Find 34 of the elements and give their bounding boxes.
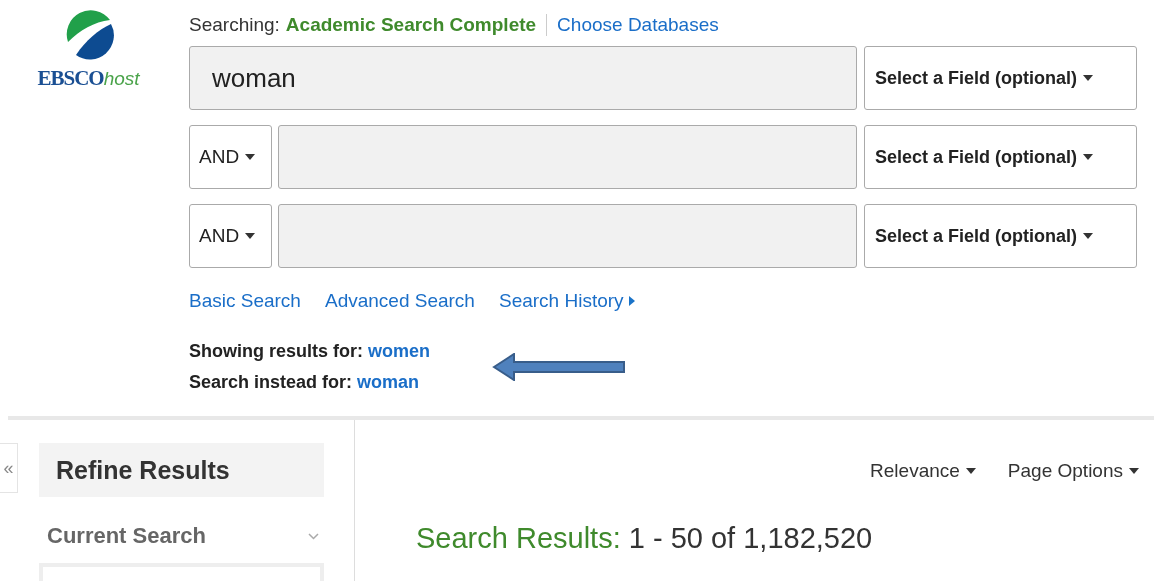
logo-text: EBSCOhost [37, 66, 140, 91]
caret-icon [245, 154, 256, 160]
suggestion-text: Search instead for: woman [189, 371, 421, 394]
operator-dropdown[interactable]: AND [189, 204, 272, 268]
field-dropdown[interactable]: Select a Field (optional) [864, 125, 1137, 189]
caret-icon [965, 468, 976, 474]
results-count: Search Results: 1 - 50 of 1,182,520 [416, 522, 874, 555]
chevron-down-icon[interactable] [308, 532, 319, 540]
suggestion-text: Showing results for: women [189, 340, 431, 363]
search-field[interactable] [278, 204, 857, 268]
search-field[interactable]: woman [189, 46, 857, 110]
sort-dropdown[interactable]: Relevance [870, 460, 976, 482]
section-heading: Current Search [47, 523, 206, 549]
collapse-button[interactable]: « [0, 443, 18, 493]
field-dropdown[interactable]: Select a Field (optional) [864, 204, 1137, 268]
nav-link[interactable]: Search History [498, 290, 635, 312]
caret-icon [1083, 154, 1094, 160]
field-dropdown[interactable]: Select a Field (optional) [864, 46, 1137, 110]
nav-link[interactable]: Advanced Search [324, 290, 475, 312]
term-link[interactable]: women [368, 341, 431, 361]
search-field[interactable] [278, 125, 857, 189]
sort-dropdown[interactable]: Page Options [1007, 460, 1139, 482]
left-arrow-icon [492, 353, 627, 381]
operator-dropdown[interactable]: AND [189, 125, 272, 189]
searching-label: Searching: [189, 14, 280, 36]
caret-icon [1083, 75, 1094, 81]
database-name: Academic Search Complete [285, 14, 548, 36]
nav-link[interactable]: Basic Search [189, 290, 301, 312]
caret-icon [1129, 468, 1139, 474]
caret-icon [245, 233, 256, 239]
refine-results-heading: Refine Results [39, 443, 324, 497]
caret-icon [1083, 233, 1094, 239]
term-link[interactable]: woman [357, 372, 420, 392]
choose-databases-link[interactable]: Choose Databases [557, 14, 719, 36]
